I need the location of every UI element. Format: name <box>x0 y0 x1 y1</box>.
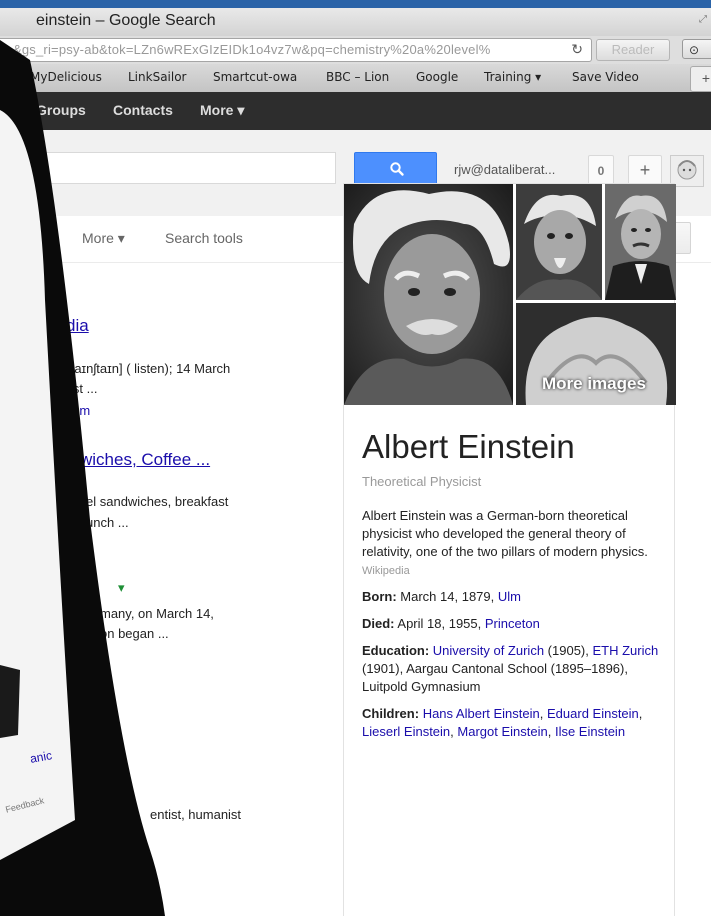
result-3-snippet-1: many, on March 14, <box>100 606 214 621</box>
search-input[interactable] <box>0 152 336 184</box>
children-label: Children: <box>362 706 420 721</box>
entity-name: Albert Einstein <box>362 428 575 465</box>
fact-education: Education: University of Zurich (1905), … <box>362 642 662 696</box>
photo-image-icon <box>605 184 676 300</box>
bookmark-smartcut-owa[interactable]: Smartcut-owa <box>213 70 297 84</box>
url-text: &gs_ri=psy-ab&tok=LZn6wRExGIzEIDk1o4vz7w… <box>13 42 491 57</box>
window-top-edge <box>0 0 711 8</box>
child-link-1[interactable]: Hans Albert Einstein <box>423 706 540 721</box>
more-images-link[interactable]: More images <box>542 374 646 394</box>
bookmark-mydelicious[interactable]: MyDelicious <box>30 70 102 84</box>
bookmark-bbc-lion[interactable]: BBC – Lion <box>326 70 389 84</box>
entity-description: Albert Einstein was a German-born theore… <box>362 507 657 580</box>
education-label: Education: <box>362 643 430 658</box>
fact-children: Children: Hans Albert Einstein, Eduard E… <box>362 706 643 739</box>
bookmark-google[interactable]: Google <box>416 70 458 84</box>
new-tab-button[interactable]: + <box>690 66 711 92</box>
bookmark-training[interactable]: Training ▾ <box>484 70 541 84</box>
child-link-4[interactable]: Margot Einstein <box>457 724 547 739</box>
gbar-contacts[interactable]: Contacts <box>113 102 173 118</box>
bookmark-save-video[interactable]: Save Video <box>572 70 639 84</box>
result-2-snippet-1: el sandwiches, breakfast <box>86 494 229 509</box>
user-email[interactable]: rjw@dataliberat... <box>454 162 555 177</box>
died-place-link[interactable]: Princeton <box>485 616 540 631</box>
browser-title-bar: einstein – Google Search ⤢ <box>0 8 711 37</box>
result-1-sublink[interactable]: ism <box>70 403 90 418</box>
education-rest: (1901), Aargau Cantonal School (1895–189… <box>362 661 628 694</box>
result-3-snippet-2: on began ... <box>100 626 169 641</box>
entity-subtitle: Theoretical Physicist <box>362 474 482 489</box>
died-value: April 18, 1955, <box>397 616 482 631</box>
child-link-5[interactable]: Ilse Einstein <box>555 724 625 739</box>
born-place-link[interactable]: Ulm <box>498 589 521 604</box>
notification-count[interactable]: 0 <box>588 155 614 185</box>
result-1-snippet-1: ˈaɪnʃtaɪn] ( listen); 14 March <box>70 361 231 376</box>
result-2-title[interactable]: wiches, Coffee ... <box>80 450 210 470</box>
fact-died: Died: April 18, 1955, Princeton <box>362 615 662 633</box>
born-value: March 14, 1879, <box>400 589 495 604</box>
result-2-snippet-2: unch ... <box>86 515 129 530</box>
address-bar: &gs_ri=psy-ab&tok=LZn6wRExGIzEIDk1o4vz7w… <box>0 36 711 65</box>
photo-image-icon <box>516 184 602 300</box>
description-text: Albert Einstein was a German-born theore… <box>362 508 648 559</box>
gbar-more[interactable]: More ▾ <box>200 102 244 119</box>
bookmark-linksailor[interactable]: LinkSailor <box>128 70 187 84</box>
share-button[interactable]: + <box>628 155 662 185</box>
born-label: Born: <box>362 589 397 604</box>
reader-button[interactable]: Reader <box>596 39 670 61</box>
einstein-hair-photo[interactable]: More images <box>516 303 676 405</box>
child-link-3[interactable]: Lieserl Einstein <box>362 724 450 739</box>
child-link-2[interactable]: Eduard Einstein <box>547 706 639 721</box>
extension-icon[interactable]: ⊙ <box>682 39 711 59</box>
einstein-tongue-photo[interactable] <box>516 184 602 300</box>
google-bar: Groups Contacts More ▾ <box>0 92 711 130</box>
portrait-image-icon <box>344 184 513 405</box>
result-1-title[interactable]: dia <box>66 316 89 336</box>
gbar-groups[interactable]: Groups <box>36 102 86 118</box>
search-tools-button[interactable]: Search tools <box>165 230 243 246</box>
fact-born: Born: March 14, 1879, Ulm <box>362 588 662 606</box>
education-link-1[interactable]: University of Zurich <box>433 643 544 658</box>
search-button[interactable] <box>354 152 437 185</box>
url-field[interactable]: &gs_ri=psy-ab&tok=LZn6wRExGIzEIDk1o4vz7w… <box>0 38 592 62</box>
avatar-face-icon <box>677 160 697 180</box>
education-year-1: (1905), <box>547 643 589 658</box>
resize-icon: ⤢ <box>699 14 707 25</box>
photo-scene: einstein – Google Search ⤢ &gs_ri=psy-ab… <box>0 0 711 916</box>
wikipedia-source-link[interactable]: Wikipedia <box>362 565 410 577</box>
window-title: einstein – Google Search <box>36 12 216 29</box>
tab-more[interactable]: More ▾ <box>82 230 125 247</box>
einstein-portrait-main[interactable] <box>344 184 513 405</box>
education-link-2[interactable]: ETH Zurich <box>593 643 659 658</box>
reload-icon[interactable]: ↻ <box>571 41 583 58</box>
knowledge-panel: More images Albert Einstein Theoretical … <box>343 183 676 916</box>
avatar[interactable] <box>670 155 704 187</box>
bookmarks-bar: MyDelicious LinkSailor Smartcut-owa BBC … <box>0 64 711 93</box>
result-4-snippet: entist, humanist <box>150 807 242 822</box>
died-label: Died: <box>362 616 395 631</box>
result-1-snippet-2: ist ... <box>70 381 98 396</box>
result-3-green-arrow[interactable]: ▾ <box>118 580 125 596</box>
search-icon <box>390 162 404 176</box>
einstein-suit-photo[interactable] <box>605 184 676 300</box>
